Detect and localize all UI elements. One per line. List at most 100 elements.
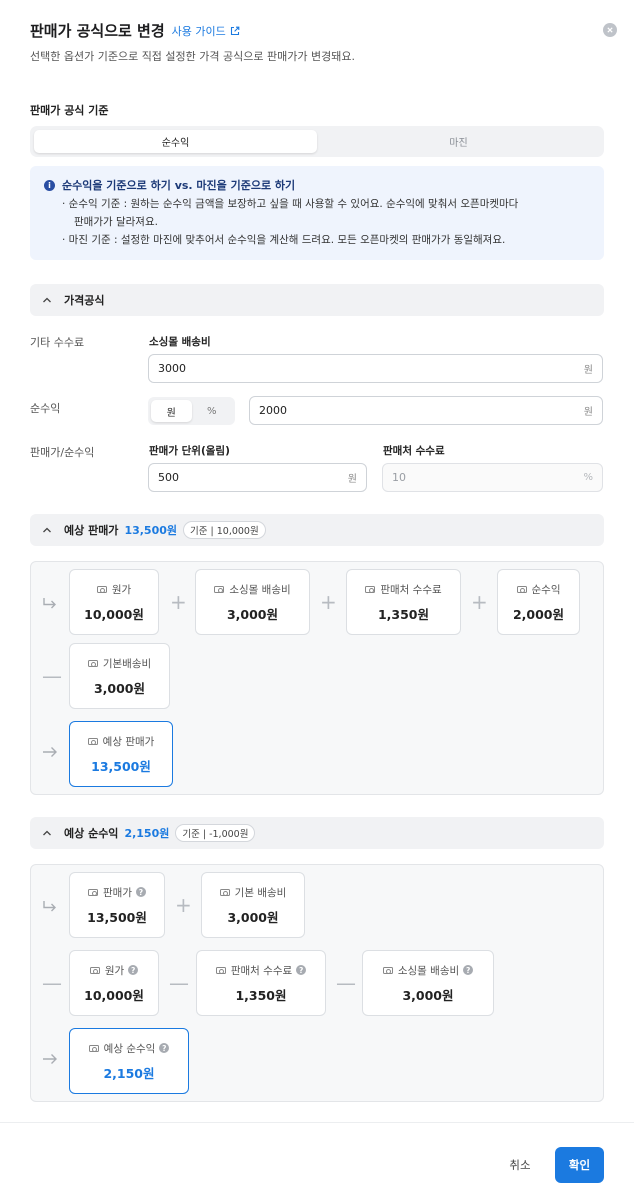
minus-operator: — [336,971,356,995]
dialog-title: 판매가 공식으로 변경 [30,22,165,40]
help-icon[interactable]: ? [128,965,139,975]
help-icon[interactable]: ? [159,1043,170,1053]
confirm-button[interactable]: 확인 [555,1147,604,1183]
money-icon [89,966,100,974]
help-icon[interactable]: ? [296,965,307,975]
help-icon[interactable]: ? [135,887,146,897]
price-profit-row-label: 판매가/순수익 [30,446,95,459]
expected-price-accordion-header[interactable]: 예상 판매가 13,500원 기준 | 10,000원 [30,514,604,546]
price-formula-dialog: 판매가 공식으로 변경 사용 가이드 선택한 옵션가 기준으로 직접 설정한 가… [0,0,634,1196]
card-label: 원가 [111,583,132,596]
card-label: 기본배송비 [102,657,152,670]
profit-card-cost: 원가? 10,000원 [69,950,159,1016]
card-label: 예상 순수익 [103,1042,156,1055]
card-label-row: 원가 [96,582,132,597]
info-icon: i [44,179,55,191]
card-label: 기본 배송비 [234,886,287,899]
usage-guide-link[interactable]: 사용 가이드 [172,23,240,39]
toggle-percent[interactable]: % [192,400,233,422]
sourcing-shipping-label: 소싱몰 배송비 [149,336,211,348]
seller-fee-value: 10 [392,471,406,484]
card-label: 판매가 [103,886,132,899]
price-card-sourcing-shipping: 소싱몰 배송비 3,000원 [195,569,310,635]
net-profit-row-label: 순수익 [30,402,61,415]
card-value: 2,150원 [103,1065,155,1081]
price-card-net-profit: 순수익 2,000원 [497,569,580,635]
info-title: 순수익을 기준으로 하기 vs. 마진을 기준으로 하기 [62,179,296,192]
card-label: 예상 판매가 [102,735,155,748]
card-value: 10,000원 [84,606,144,622]
expected-profit-accordion-header[interactable]: 예상 순수익 2,150원 기준 | -1,000원 [30,817,604,849]
profit-card-seller-fee: 판매처 수수료? 1,350원 [196,950,326,1016]
card-label-row: 기본 배송비 [219,885,287,900]
money-icon [87,737,98,745]
plus-operator: + [471,590,488,614]
money-icon [215,966,226,974]
minus-operator: — [169,971,189,995]
money-icon [219,888,230,896]
price-unit-input[interactable]: 500 원 [148,463,367,492]
chevron-up-icon [43,297,51,303]
formula-basis-segmented-control: 순수익 마진 [30,126,604,157]
dialog-subtitle: 선택한 옵션가 기준으로 직접 설정한 가격 공식으로 판매가가 변경돼요. [30,50,355,63]
cancel-button[interactable]: 취소 [496,1147,544,1183]
external-link-icon [230,26,240,35]
profit-card-basic-shipping: 기본 배송비 3,000원 [201,872,305,938]
price-formula-title: 가격공식 [64,294,105,307]
expected-profit-title: 예상 순수익 [64,827,119,840]
close-button[interactable] [603,23,617,37]
info-line: · 마진 기준 : 설정한 마진에 맞추어서 순수익을 계산해 드려요. 모든 … [62,234,506,246]
card-value: 13,500원 [87,909,147,925]
card-label-row: 예상 순수익? [88,1041,170,1056]
card-label-row: 판매처 수수료 [365,582,442,597]
card-label-row: 판매처 수수료? [215,963,307,978]
info-line: · 순수익 기준 : 원하는 순수익 금액을 보장하고 싶을 때 사용할 수 있… [62,198,519,210]
price-card-seller-fee: 판매처 수수료 1,350원 [346,569,461,635]
expected-price-value: 13,500원 [124,524,178,537]
help-icon[interactable]: ? [463,965,474,975]
card-label-row: 순수익 [516,582,561,597]
price-formula-accordion-header[interactable]: 가격공식 [30,284,604,316]
card-label: 판매처 수수료 [230,964,293,977]
won-unit: 원 [583,365,593,376]
won-unit: 원 [347,474,357,485]
chevron-up-icon [43,830,51,836]
money-icon [516,585,527,593]
return-arrow-icon [43,598,56,609]
money-icon [88,1044,99,1052]
basis-info-box: i 순수익을 기준으로 하기 vs. 마진을 기준으로 하기 · 순수익 기준 … [30,166,604,260]
money-icon [214,585,225,593]
expected-price-title: 예상 판매가 [64,524,119,537]
card-label: 원가 [104,964,125,977]
card-value: 10,000원 [84,987,144,1003]
arrow-right-icon [43,1054,57,1064]
sourcing-shipping-input[interactable]: 3000 원 [148,354,603,383]
won-unit: 원 [583,407,593,418]
card-label: 소싱몰 배송비 [229,583,291,596]
tab-margin[interactable]: 마진 [317,130,600,153]
tab-net-profit[interactable]: 순수익 [34,130,317,153]
profit-card-sourcing-shipping: 소싱몰 배송비? 3,000원 [362,950,494,1016]
money-icon [365,585,376,593]
card-label-row: 판매가? [88,885,146,900]
price-unit-value: 500 [158,471,179,484]
card-value: 1,350원 [235,987,287,1003]
card-label-row: 예상 판매가 [87,734,155,749]
card-label: 순수익 [531,583,561,596]
net-profit-input[interactable]: 2000 원 [249,396,603,425]
expected-profit-value: 2,150원 [124,827,170,840]
money-icon [382,966,393,974]
chevron-up-icon [43,527,51,533]
card-label-row: 원가? [89,963,139,978]
seller-fee-label: 판매처 수수료 [383,445,445,457]
seller-fee-input: 10 % [382,463,603,492]
other-fee-row-label: 기타 수수료 [30,336,85,349]
card-value: 3,000원 [402,987,454,1003]
info-title-row: i 순수익을 기준으로 하기 vs. 마진을 기준으로 하기 [44,177,590,193]
return-arrow-icon [43,901,56,912]
card-value: 3,000원 [93,680,146,696]
price-card-basic-shipping: 기본배송비 3,000원 [69,643,170,709]
expected-price-baseline-badge: 기준 | 10,000원 [183,521,266,539]
percent-unit: % [583,472,593,483]
toggle-won[interactable]: 원 [151,400,192,422]
